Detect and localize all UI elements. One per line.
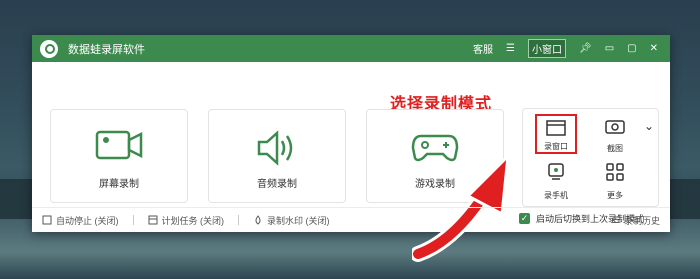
panel-label: 录手机	[544, 191, 568, 200]
divider	[238, 215, 239, 225]
watermark-button[interactable]: 录制水印 (关闭)	[253, 214, 330, 227]
video-camera-icon	[95, 130, 143, 160]
mode-label: 音频录制	[257, 179, 297, 190]
water-drop-icon	[255, 215, 261, 225]
auto-stop-label: 自动停止 (关闭)	[56, 215, 119, 226]
mini-window-button[interactable]: 小窗口	[528, 39, 566, 58]
history-label: 录制历史	[623, 215, 660, 226]
auto-stop-button[interactable]: 自动停止 (关闭)	[42, 214, 119, 227]
mode-screen-record[interactable]: 屏幕录制	[50, 109, 188, 203]
list-icon: ☰	[611, 214, 620, 225]
app-title: 数据蛙录屏软件	[68, 43, 145, 56]
quick-panel: 录窗口 截图 ⌄ 录手机 更多	[522, 108, 659, 207]
panel-label: 截图	[607, 144, 623, 153]
phone-icon	[548, 163, 564, 180]
menu-icon[interactable]: ☰	[506, 43, 515, 54]
watermark-label: 录制水印 (关闭)	[267, 215, 330, 226]
camera-icon	[605, 120, 625, 134]
red-arrow-annotation	[412, 154, 510, 262]
schedule-button[interactable]: 计划任务 (关闭)	[148, 214, 225, 227]
record-phone-button[interactable]: 录手机	[535, 161, 577, 201]
panel-label: 更多	[607, 191, 623, 200]
clock-icon	[42, 215, 52, 225]
record-window-button[interactable]: 录窗口	[535, 114, 577, 154]
window-icon	[546, 120, 566, 136]
mode-label: 屏幕录制	[99, 179, 139, 190]
minimize-icon[interactable]: ▭	[605, 43, 614, 54]
title-bar: 数据蛙录屏软件 客服 ☰ 小窗口 📌︎ ▭ ▢ ✕	[32, 35, 670, 62]
history-button[interactable]: ☰ 录制历史	[612, 214, 660, 227]
schedule-label: 计划任务 (关闭)	[161, 215, 225, 226]
close-icon[interactable]: ✕	[650, 43, 658, 54]
maximize-icon[interactable]: ▢	[627, 43, 636, 54]
speaker-icon	[257, 130, 293, 166]
screenshot-button[interactable]: 截图	[594, 114, 636, 154]
pin-icon[interactable]: 📌︎	[579, 43, 592, 54]
footer-bar: 自动停止 (关闭) 计划任务 (关闭) 录制水印 (关闭) ☰ 录制历史	[32, 207, 670, 232]
mode-audio-record[interactable]: 音频录制	[208, 109, 346, 203]
app-logo-icon	[40, 39, 58, 58]
more-button[interactable]: 更多	[594, 161, 636, 201]
chevron-down-icon[interactable]: ⌄	[644, 119, 654, 133]
service-button[interactable]: 客服	[473, 41, 493, 56]
app-window: 数据蛙录屏软件 客服 ☰ 小窗口 📌︎ ▭ ▢ ✕ 选择录制模式 屏幕录制 音频…	[32, 35, 670, 262]
grid-icon	[606, 163, 624, 181]
panel-label: 录窗口	[544, 142, 568, 151]
divider	[132, 215, 134, 225]
calendar-icon	[148, 215, 157, 225]
